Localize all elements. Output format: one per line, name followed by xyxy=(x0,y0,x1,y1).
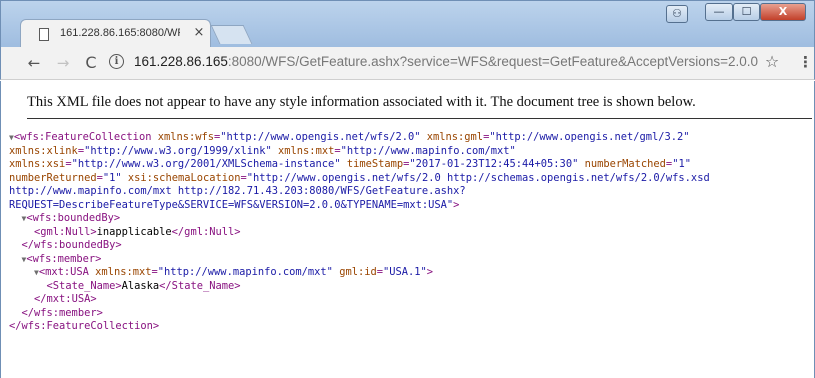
xml-line: </wfs:FeatureCollection> xyxy=(9,320,809,334)
tab-title: 161.228.86.165:8080/WF xyxy=(60,27,180,39)
xml-tag-token: </wfs:member> xyxy=(21,306,103,319)
xml-attr-value: "http://www.mapinfo.com/mxt" xyxy=(157,266,333,278)
close-window-button[interactable]: X xyxy=(760,3,806,21)
xml-attr-value: http://www.mapinfo.com/mxt http://182.71… xyxy=(9,185,466,197)
xml-line: http://www.mapinfo.com/mxt http://182.71… xyxy=(9,185,809,199)
xml-attr-name: xmlns:wfs xyxy=(157,131,215,143)
xml-line: numberReturned="1" xsi:schemaLocation="h… xyxy=(9,172,809,186)
page-icon xyxy=(39,28,49,41)
menu-kebab-icon[interactable]: ⋮ xyxy=(798,53,813,73)
xml-line: ▼<mxt:USA xmlns:mxt="http://www.mapinfo.… xyxy=(9,266,809,280)
new-tab-button[interactable] xyxy=(210,25,253,44)
xml-tag-token: </mxt:USA> xyxy=(34,293,97,305)
xml-attr-name: gml:id xyxy=(339,266,377,278)
xml-tag-token: </State_Name> xyxy=(159,279,241,292)
xml-tag-token: > xyxy=(426,266,434,278)
xml-text xyxy=(9,266,34,278)
xml-text xyxy=(9,239,22,251)
bookmark-star-icon[interactable]: ☆ xyxy=(763,52,781,72)
xml-attr-name: numberReturned xyxy=(9,171,97,184)
xml-tag-token: > xyxy=(453,198,460,211)
xml-attr-value: "http://www.mapinfo.com/mxt" xyxy=(340,144,516,157)
xml-attr-value: "http://www.opengis.net/gml/3.2" xyxy=(489,131,690,143)
xml-attr-value: "http://www.opengis.net/wfs/2.0" xyxy=(220,131,421,143)
page-content: This XML file does not appear to have an… xyxy=(0,81,815,378)
xml-tag-token: </wfs:boundedBy> xyxy=(21,239,122,251)
xml-text: Alaska xyxy=(121,279,160,292)
xml-tag-token: </gml:Null> xyxy=(171,225,241,238)
xml-attr-value: "2017-01-23T12:45:44+05:30" xyxy=(409,158,579,170)
reload-icon[interactable]: C xyxy=(81,53,101,73)
xml-text xyxy=(9,280,47,292)
xml-style-notice: This XML file does not appear to have an… xyxy=(27,94,696,110)
user-profile-icon[interactable]: ⚇ xyxy=(666,5,688,23)
xml-attr-name: xmlns:mxt xyxy=(95,266,152,278)
minimize-button[interactable]: — xyxy=(705,3,733,21)
xml-attr-value: "http://www.w3.org/2001/XMLSchema-instan… xyxy=(71,158,341,170)
xml-text: inapplicable xyxy=(96,225,172,238)
xml-attr-name: xmlns:xsi xyxy=(9,158,66,170)
xml-line: <State_Name>Alaska</State_Name> xyxy=(9,280,809,294)
xml-tag-token: </wfs:FeatureCollection> xyxy=(9,320,160,332)
xml-tag-token: <wfs:boundedBy> xyxy=(26,212,121,224)
xml-attr-value: "1" xyxy=(102,171,122,184)
xml-line: <gml:Null>inapplicable</gml:Null> xyxy=(9,226,809,240)
xml-line: ▼<wfs:FeatureCollection xmlns:wfs="http:… xyxy=(9,131,809,145)
xml-line: xmlns:xlink="http://www.w3.org/1999/xlin… xyxy=(9,145,809,159)
xml-attr-name: numberMatched xyxy=(584,158,666,170)
info-icon[interactable]: i xyxy=(109,54,124,69)
xml-text xyxy=(9,212,22,224)
xml-line: </mxt:USA> xyxy=(9,293,809,307)
xml-text xyxy=(9,253,22,265)
url-path: :8080/WFS/GetFeature.ashx?service=WFS&re… xyxy=(227,54,758,69)
url-host: 161.228.86.165 xyxy=(134,54,228,69)
xml-attr-name: xmlns:gml xyxy=(426,131,484,143)
browser-tab[interactable]: 161.228.86.165:8080/WF × xyxy=(20,19,211,49)
xml-attr-value: "http://www.w3.org/1999/xlink" xyxy=(84,144,272,157)
browser-toolbar: ← → C i 161.228.86.165:8080/WFS/GetFeatu… xyxy=(0,47,815,80)
maximize-button[interactable]: ☐ xyxy=(733,3,760,21)
xml-text xyxy=(9,293,34,305)
notice-divider xyxy=(27,118,812,119)
tab-close-icon[interactable]: × xyxy=(192,25,206,41)
xml-tag-token: <gml:Null> xyxy=(34,225,97,238)
xml-line: REQUEST=DescribeFeatureType&SERVICE=WFS&… xyxy=(9,199,809,213)
xml-attr-name: timeStamp xyxy=(346,158,404,170)
address-bar[interactable]: 161.228.86.165:8080/WFS/GetFeature.ashx?… xyxy=(134,54,758,72)
xml-attr-value: "USA.1" xyxy=(383,266,427,278)
xml-line: </wfs:boundedBy> xyxy=(9,239,809,253)
xml-attr-name: xmlns:mxt xyxy=(278,144,335,157)
xml-text xyxy=(9,226,34,238)
browser-title-bar: 161.228.86.165:8080/WF × ⚇ — ☐ X xyxy=(0,0,815,49)
xml-tag-token: <mxt:USA xyxy=(38,266,96,278)
xml-text xyxy=(9,307,22,319)
xml-attr-name: xsi:schemaLocation xyxy=(127,171,241,184)
forward-arrow-icon[interactable]: → xyxy=(53,53,73,73)
back-arrow-icon[interactable]: ← xyxy=(24,53,44,73)
xml-line: ▼<wfs:member> xyxy=(9,253,809,267)
xml-tag-token: <wfs:FeatureCollection xyxy=(13,131,158,143)
xml-attr-value: "http://www.opengis.net/wfs/2.0 http://s… xyxy=(246,171,710,184)
xml-line: </wfs:member> xyxy=(9,307,809,321)
xml-attr-name: xmlns:xlink xyxy=(9,144,78,157)
xml-attr-value: REQUEST=DescribeFeatureType&SERVICE=WFS&… xyxy=(9,198,454,211)
xml-attr-value: "1" xyxy=(672,158,691,170)
xml-line: ▼<wfs:boundedBy> xyxy=(9,212,809,226)
xml-tag-token: <State_Name> xyxy=(46,279,122,292)
xml-document-tree: ▼<wfs:FeatureCollection xmlns:wfs="http:… xyxy=(9,131,809,334)
xml-line: xmlns:xsi="http://www.w3.org/2001/XMLSch… xyxy=(9,158,809,172)
xml-tag-token: <wfs:member> xyxy=(26,252,102,265)
